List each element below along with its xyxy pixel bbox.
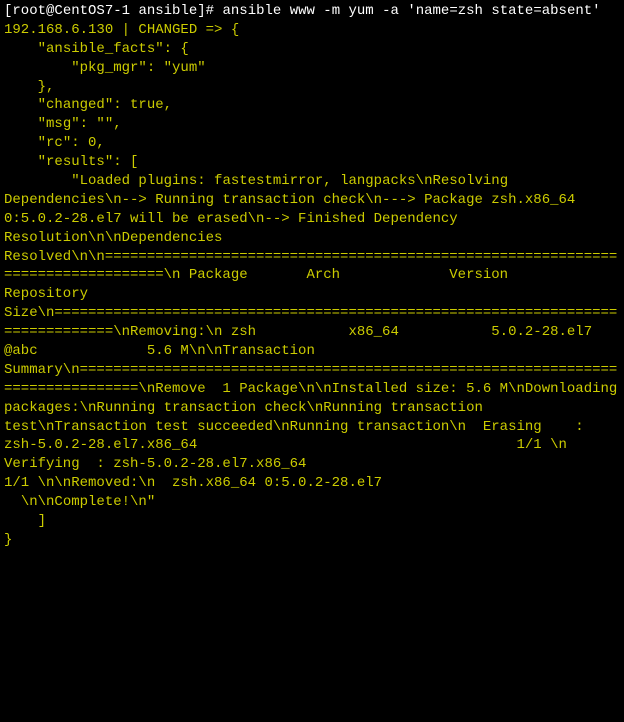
output-line: "rc": 0,	[4, 135, 105, 151]
prompt-host: CentOS7-1	[54, 3, 130, 19]
command-input[interactable]: ansible www -m yum -a 'name=zsh state=ab…	[222, 3, 600, 19]
output-line: \n\nComplete!\n"	[4, 494, 155, 510]
prompt-cwd: ansible	[138, 3, 197, 19]
output-line: },	[4, 79, 54, 95]
output-line: ]	[4, 513, 46, 529]
output-line: "Loaded plugins: fastestmirror, langpack…	[4, 173, 624, 491]
prompt-user: root	[12, 3, 46, 19]
output-line: 192.168.6.130 | CHANGED => {	[4, 22, 239, 38]
output-line: "msg": "",	[4, 116, 122, 132]
output-line: "changed": true,	[4, 97, 172, 113]
prompt-bracket-close: ]#	[197, 3, 222, 19]
output-line: "results": [	[4, 154, 138, 170]
output-line: }	[4, 532, 12, 548]
output-line: "pkg_mgr": "yum"	[4, 60, 206, 76]
output-line: "ansible_facts": {	[4, 41, 189, 57]
